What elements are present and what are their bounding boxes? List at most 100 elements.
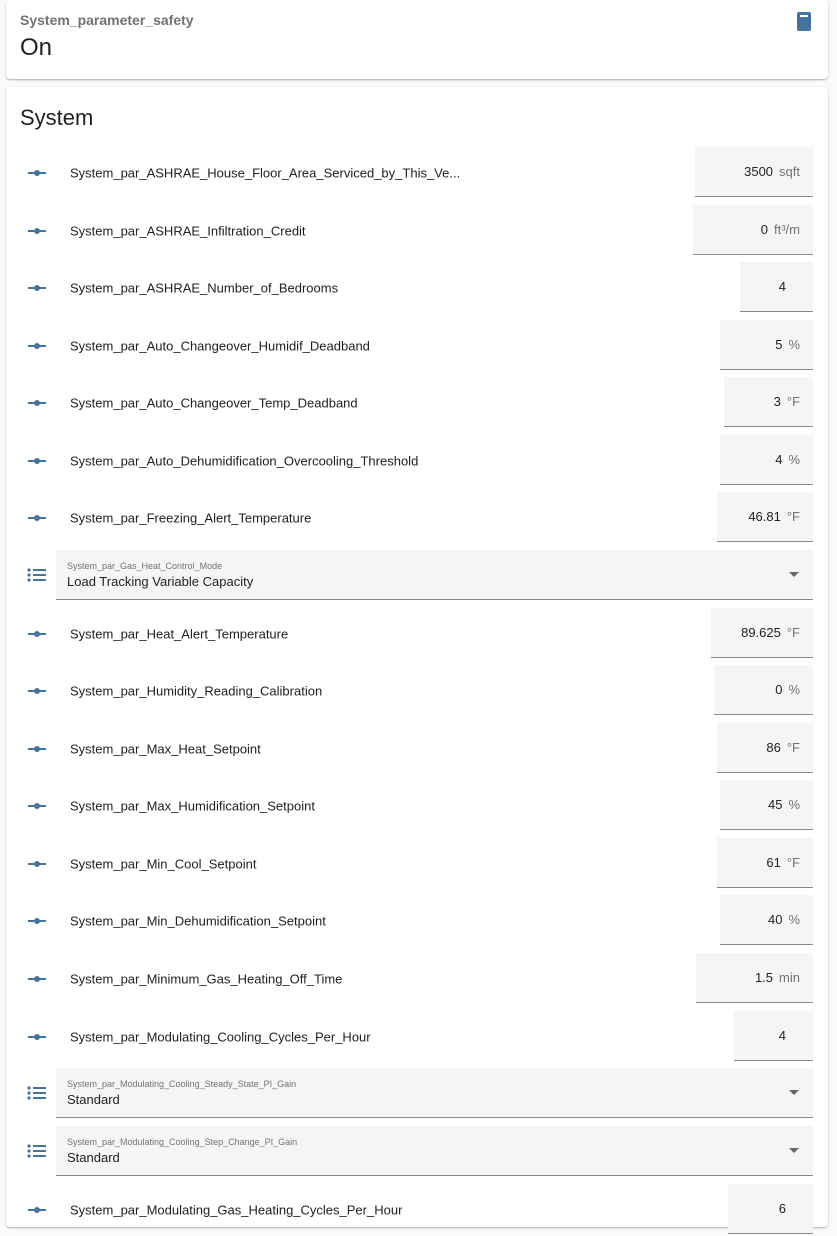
select-label: System_par_Gas_Heat_Control_Mode [67, 561, 223, 571]
number-value: 1.5 [754, 970, 774, 985]
number-value: 45 [767, 797, 783, 812]
unit-label: °F [786, 509, 800, 524]
format-list-bulleted-icon [27, 1086, 46, 1100]
entity-label: System_par_Max_Heat_Setpoint [70, 741, 261, 757]
unit-label: min [779, 970, 800, 985]
number-input[interactable]: 1.5 min [696, 953, 813, 1003]
select-value: Load Tracking Variable Capacity [67, 574, 254, 589]
entity-name: System_parameter_safety [20, 12, 194, 28]
number-input[interactable]: 86 °F [717, 723, 813, 773]
entity-label: System_par_Heat_Alert_Temperature [70, 626, 289, 642]
ray-vertex-icon [28, 285, 46, 291]
entity-label: System_par_Minimum_Gas_Heating_Off_Time [70, 971, 343, 987]
chevron-down-icon [789, 1148, 799, 1153]
unit-label: % [788, 682, 800, 697]
number-value: 0 [775, 682, 783, 697]
number-input[interactable]: 89.625 °F [711, 608, 813, 658]
ray-vertex-icon [28, 458, 46, 464]
number-input[interactable]: 0% [714, 665, 813, 715]
entity-label: System_par_Humidity_Reading_Calibration [70, 683, 323, 699]
number-value: 6 [778, 1201, 786, 1216]
number-value: 89.625 [741, 625, 781, 640]
format-list-bulleted-icon [27, 568, 46, 582]
entity-state: On [20, 34, 53, 61]
number-value: 4 [778, 1028, 786, 1043]
unit-label: °F [786, 740, 800, 755]
entity-label: System_par_Modulating_Gas_Heating_Cycles… [70, 1202, 403, 1218]
number-value: 0 [760, 222, 768, 237]
unit-label: % [788, 912, 800, 927]
select-label: System_par_Modulating_Cooling_Step_Chang… [67, 1137, 298, 1147]
number-entity-row: System_par_Minimum_Gas_Heating_Off_Time 1… [6, 953, 828, 1005]
select-value: Standard [67, 1150, 120, 1165]
unit-label: °F [786, 855, 800, 870]
number-entity-row: System_par_Auto_Dehumidification_Overcoo… [6, 435, 828, 487]
chevron-down-icon [789, 1090, 799, 1095]
ray-vertex-icon [28, 170, 46, 176]
entity-label: System_par_Modulating_Cooling_Cycles_Per… [70, 1029, 371, 1045]
number-input[interactable]: 45% [720, 780, 813, 830]
number-entity-row: System_par_Max_Humidification_Setpoint 45… [6, 780, 828, 832]
number-input[interactable]: 4 [734, 1011, 813, 1061]
unit-label: ft³/m [774, 222, 800, 237]
number-entity-row: System_par_Min_Dehumidification_Setpoint… [6, 895, 828, 947]
number-input[interactable]: 40% [720, 895, 813, 945]
unit-label: sqft [779, 164, 800, 179]
safety-entity-card[interactable]: System_parameter_safety On [6, 0, 828, 79]
select-entity-row: System_par_Modulating_Cooling_Steady_Sta… [6, 1068, 828, 1118]
ray-vertex-icon [28, 746, 46, 752]
number-entity-row: System_par_Heat_Alert_Temperature 89.625 °… [6, 608, 828, 660]
ray-vertex-icon [28, 631, 46, 637]
entity-label: System_par_ASHRAE_House_Floor_Area_Servi… [70, 165, 461, 181]
chevron-down-icon [789, 572, 799, 577]
unit-label: °F [786, 625, 800, 640]
select-dropdown[interactable]: System_par_Gas_Heat_Control_Mode Load Tra… [56, 550, 813, 600]
number-input[interactable]: 61 °F [717, 838, 813, 888]
system-entities-card: System System_par_ASHRAE_House_Floor_Are… [6, 87, 828, 1234]
number-entity-row: System_par_Modulating_Cooling_Cycles_Per… [6, 1011, 828, 1063]
number-input[interactable]: 3500 sqft [695, 147, 813, 197]
ray-vertex-icon [28, 515, 46, 521]
select-label: System_par_Modulating_Cooling_Steady_Sta… [67, 1079, 297, 1089]
entity-label: System_par_Freezing_Alert_Temperature [70, 510, 312, 526]
entity-label: System_par_Max_Humidification_Setpoint [70, 798, 315, 814]
entity-label: System_par_Auto_Changeover_Humidif_Deadb… [70, 338, 370, 354]
number-value: 4 [778, 279, 786, 294]
entity-label: System_par_Min_Dehumidification_Setpoint [70, 913, 326, 929]
number-input[interactable]: 5% [720, 320, 813, 370]
ray-vertex-icon [28, 1034, 46, 1040]
select-entity-row: System_par_Modulating_Cooling_Step_Chang… [6, 1126, 828, 1176]
number-entity-row: System_par_Max_Heat_Setpoint 86 °F [6, 723, 828, 775]
number-entity-row: System_par_Auto_Changeover_Humidif_Deadb… [6, 320, 828, 372]
number-value: 86 [766, 740, 781, 755]
entity-label: System_par_ASHRAE_Infiltration_Credit [70, 223, 306, 239]
number-entity-row: System_par_Modulating_Gas_Heating_Cycles… [6, 1184, 828, 1236]
number-value: 40 [767, 912, 783, 927]
entity-label: System_par_ASHRAE_Number_of_Bedrooms [70, 280, 339, 296]
select-dropdown[interactable]: System_par_Modulating_Cooling_Steady_Sta… [56, 1068, 813, 1118]
number-input[interactable]: 4% [720, 435, 813, 485]
number-input[interactable]: 3 °F [724, 377, 813, 427]
number-input[interactable]: 0 ft³/m [693, 205, 813, 255]
number-input[interactable]: 6 [728, 1184, 813, 1234]
ray-vertex-icon [28, 688, 46, 694]
number-entity-row: System_par_ASHRAE_Infiltration_Credit 0 ft… [6, 205, 828, 257]
ray-vertex-icon [28, 861, 46, 867]
number-value: 3 [773, 394, 781, 409]
number-entity-row: System_par_Freezing_Alert_Temperature 46.… [6, 492, 828, 544]
number-entity-row: System_par_Auto_Changeover_Temp_Deadband… [6, 377, 828, 429]
number-input[interactable]: 46.81 °F [717, 492, 813, 542]
select-value: Standard [67, 1092, 120, 1107]
door-closed-icon [797, 12, 811, 31]
ray-vertex-icon [28, 918, 46, 924]
number-entity-row: System_par_ASHRAE_Number_of_Bedrooms 4 [6, 262, 828, 314]
number-value: 3500 [744, 164, 774, 179]
number-value: 4 [775, 452, 783, 467]
unit-label: % [788, 797, 800, 812]
card-title: System [20, 105, 94, 130]
select-dropdown[interactable]: System_par_Modulating_Cooling_Step_Chang… [56, 1126, 813, 1176]
ray-vertex-icon [28, 803, 46, 809]
unit-label: % [788, 452, 800, 467]
number-input[interactable]: 4 [740, 262, 813, 312]
unit-label: % [788, 337, 800, 352]
